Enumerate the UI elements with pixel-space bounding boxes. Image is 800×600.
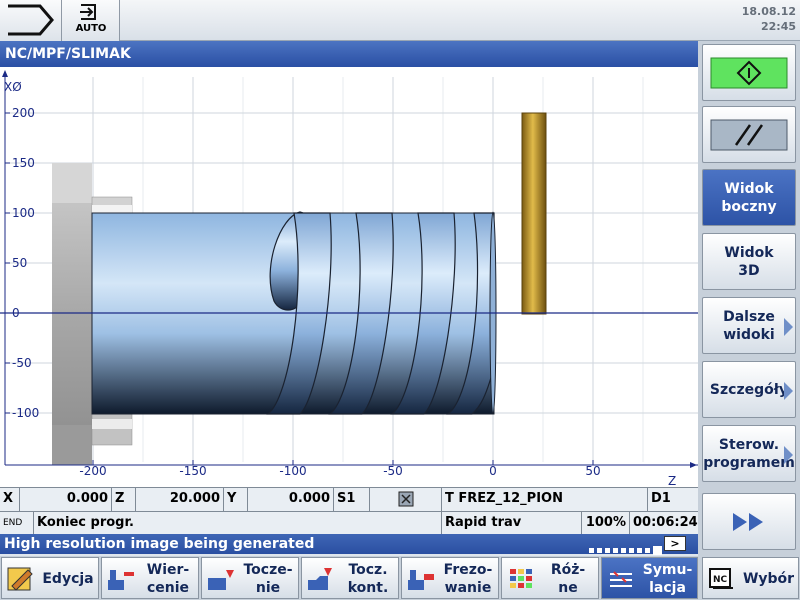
- y-tick-label: 100: [12, 206, 35, 220]
- x-tick-label: 50: [585, 464, 600, 478]
- details-softkey[interactable]: Szczegóły: [702, 361, 796, 418]
- simulation-label: Symu- lacja: [642, 562, 693, 596]
- select-label: Wybór: [742, 571, 795, 587]
- contour-turning-label: Tocz. kont.: [347, 562, 389, 596]
- edit-icon: [7, 567, 33, 591]
- program-control-label: Sterow. programem: [703, 436, 795, 471]
- more-views-label: Dalsze widoki: [723, 308, 775, 343]
- override: 100%: [582, 512, 630, 534]
- simulation-icon: [610, 571, 632, 587]
- y-label: Y: [224, 488, 248, 511]
- edit-label: Edycja: [42, 571, 94, 587]
- z-value: 20.000: [136, 488, 224, 511]
- z-axis-label: Z: [668, 474, 676, 487]
- cycle-start-icon: [710, 57, 788, 88]
- program-state-row: END Koniec progr. Rapid trav 100% 00:06:…: [0, 511, 698, 534]
- drilling-label: Wier- cenie: [146, 562, 190, 596]
- view-3d-softkey[interactable]: Widok 3D: [702, 233, 796, 290]
- top-bar: AUTO 18.08.12 22:45: [0, 0, 800, 41]
- simulation-canvas: XØ 200 150 100 50 0 -50 -100 -200 -150 -…: [0, 70, 698, 487]
- x-value: 0.000: [20, 488, 112, 511]
- simulation-view[interactable]: XØ 200 150 100 50 0 -50 -100 -200 -150 -…: [0, 67, 698, 487]
- time: 22:45: [760, 20, 796, 33]
- feed-mode: Rapid trav: [442, 512, 582, 534]
- y-tick-label: -50: [12, 356, 32, 370]
- x-tick-label: 0: [489, 464, 497, 478]
- side-view-softkey[interactable]: Widok boczny: [702, 169, 796, 226]
- contour-turning-icon: [308, 568, 332, 590]
- x-tick-label: -100: [279, 464, 306, 478]
- drilling-softkey[interactable]: Wier- cenie: [101, 557, 199, 599]
- reset-softkey[interactable]: [702, 106, 796, 163]
- misc-icon: [510, 569, 532, 588]
- contour-turning-softkey[interactable]: Tocz. kont.: [301, 557, 399, 599]
- y-tick-label: 150: [12, 156, 35, 170]
- misc-label: Róż- ne: [550, 562, 586, 596]
- details-label: Szczegóły: [709, 381, 789, 398]
- spindle-status-cell: [370, 488, 442, 511]
- x-tick-label: -50: [383, 464, 403, 478]
- z-axis-arrow: [690, 462, 697, 468]
- mode-button[interactable]: AUTO: [62, 0, 120, 41]
- end-label: END: [0, 512, 34, 534]
- misc-softkey[interactable]: Róż- ne: [501, 557, 599, 599]
- run-time: 00:06:24: [633, 515, 698, 530]
- simulation-softkey[interactable]: Symu- lacja: [601, 557, 698, 599]
- date: 18.08.12: [741, 5, 796, 18]
- mode-label: AUTO: [75, 23, 107, 34]
- horizontal-softkeys: Edycja Wier- cenie Tocze- nie Tocz. kont…: [0, 556, 800, 600]
- position-row: X 0.000 Z 20.000 Y 0.000 S1 T FREZ_12_PI…: [0, 487, 698, 511]
- program-path-title: NC/MPF/SLIMAK: [0, 41, 698, 67]
- select-softkey[interactable]: NC Wybór: [702, 557, 799, 599]
- parallel-lines-icon: [710, 119, 788, 150]
- y-tick-label: 0: [12, 306, 20, 320]
- more-views-softkey[interactable]: Dalsze widoki: [702, 297, 796, 354]
- y-tick-label: 200: [12, 106, 35, 120]
- x-tick-label: -200: [79, 464, 106, 478]
- edit-softkey[interactable]: Edycja: [1, 557, 99, 599]
- d-number: D1: [651, 491, 671, 506]
- z-label: Z: [112, 488, 136, 511]
- y-tick-label: 50: [12, 256, 27, 270]
- turning-softkey[interactable]: Tocze- nie: [201, 557, 299, 599]
- program-state: Koniec progr.: [34, 512, 442, 534]
- message-bar: High resolution image being generated >: [0, 534, 698, 555]
- program-control-softkey[interactable]: Sterow. programem: [702, 425, 796, 482]
- milling-icon: [408, 570, 434, 590]
- spindle-label: S1: [334, 488, 370, 511]
- turning-icon: [208, 570, 234, 590]
- vertical-softkeys: Widok boczny Widok 3D Dalsze widoki Szcz…: [698, 41, 800, 556]
- double-arrow-right-icon: [733, 512, 763, 531]
- machine-area-icon: [8, 4, 54, 36]
- next-softkeys-button[interactable]: [702, 493, 796, 550]
- y-tick-label: -100: [12, 406, 39, 420]
- x-tick-label: -150: [179, 464, 206, 478]
- x-label: X: [0, 488, 20, 511]
- turning-label: Tocze- nie: [243, 562, 293, 596]
- milling-label: Frezo- wanie: [443, 562, 493, 596]
- auto-mode-icon: [80, 4, 96, 20]
- svg-text:NC: NC: [713, 575, 728, 585]
- next-page-button[interactable]: >: [664, 536, 686, 551]
- y-axis-label: XØ: [4, 80, 22, 94]
- date-time: 18.08.12 22:45: [742, 4, 796, 34]
- cycle-start-softkey[interactable]: [702, 44, 796, 101]
- x-axis-arrow: [2, 70, 8, 77]
- milling-softkey[interactable]: Frezo- wanie: [401, 557, 499, 599]
- progress-dots: [586, 540, 662, 555]
- spindle-stop-icon: [398, 491, 414, 507]
- nc-select-icon: NC: [709, 568, 733, 589]
- drilling-icon: [108, 570, 134, 590]
- tool-name: T FREZ_12_PION: [442, 488, 648, 511]
- machine-area-button[interactable]: [0, 0, 62, 41]
- milling-tool: [521, 112, 547, 315]
- message-text: High resolution image being generated: [4, 536, 315, 552]
- y-value: 0.000: [248, 488, 334, 511]
